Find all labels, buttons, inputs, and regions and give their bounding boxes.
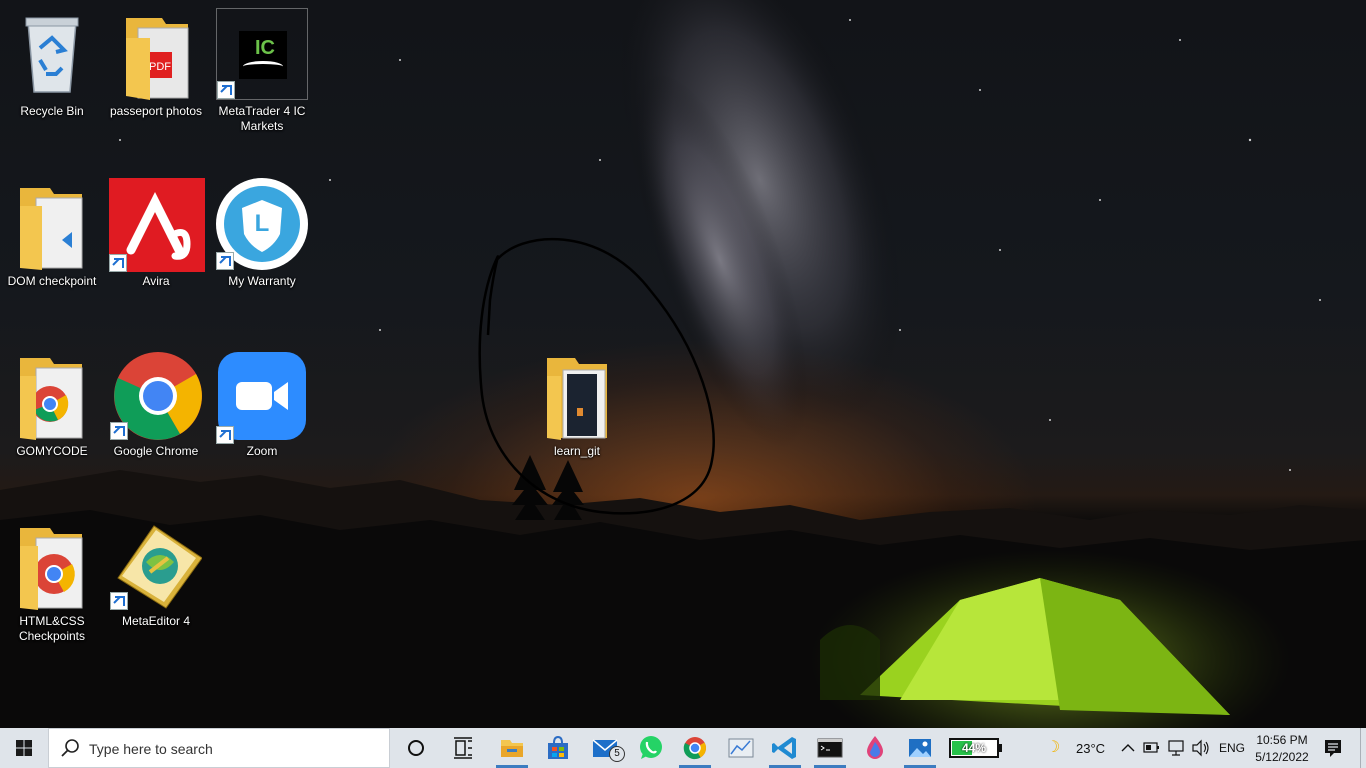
desktop-icon-dom-checkpoint[interactable]: DOM checkpoint — [0, 178, 104, 338]
action-center-button[interactable] — [1318, 728, 1348, 768]
taskbar-paint-app[interactable] — [853, 728, 897, 768]
taskbar-google-chrome[interactable] — [673, 728, 717, 768]
taskbar-clock[interactable]: 10:56 PM 5/12/2022 — [1246, 728, 1318, 768]
photos-icon — [909, 739, 931, 757]
my-warranty-icon: L — [216, 178, 308, 270]
chrome-icon — [110, 348, 202, 440]
metatrader-logo-text: IC — [255, 37, 275, 59]
shortcut-arrow-icon — [216, 252, 234, 270]
desktop-icon-label: MetaEditor 4 — [121, 614, 191, 628]
clock-date: 5/12/2022 — [1255, 750, 1309, 764]
desktop-icon-gomycode[interactable]: GOMYCODE — [0, 348, 104, 508]
battery-icon — [1143, 742, 1159, 753]
weather-temperature: 23°C — [1076, 741, 1106, 756]
file-explorer-icon — [501, 740, 523, 757]
desktop-icon-recycle-bin[interactable]: Recycle Bin — [0, 8, 104, 168]
desktop-icon-label: Zoom — [246, 444, 278, 458]
svg-text:PDF: PDF — [149, 61, 171, 73]
taskbar-photos[interactable] — [898, 728, 942, 768]
windows-logo-icon — [16, 740, 32, 756]
store-bag-icon — [548, 735, 568, 759]
taskbar-metatrader[interactable] — [719, 728, 763, 768]
start-button[interactable] — [0, 728, 48, 768]
desktop-icon-label: learn_git — [553, 444, 601, 458]
network-tray-button[interactable] — [1166, 728, 1188, 768]
task-view-button[interactable] — [441, 728, 485, 768]
desktop-icon-label: Google Chrome — [113, 444, 199, 458]
paint-drop-icon — [867, 736, 883, 759]
cortana-button[interactable] — [394, 728, 438, 768]
shortcut-arrow-icon — [217, 81, 235, 99]
clock-time: 10:56 PM — [1256, 733, 1308, 747]
cortana-circle-icon — [408, 740, 424, 756]
taskbar-vscode[interactable] — [763, 728, 807, 768]
speaker-icon — [1192, 739, 1209, 757]
recycle-bin-icon — [6, 8, 98, 100]
moon-icon: ☽ — [1046, 739, 1061, 756]
folder-icon — [6, 348, 98, 440]
shortcut-arrow-icon — [110, 592, 128, 610]
vscode-icon — [772, 737, 796, 759]
taskbar-whatsapp[interactable] — [629, 728, 673, 768]
taskbar-battery-app[interactable]: 44% — [945, 728, 1005, 768]
desktop-icon-label: HTML&CSS Checkpoints — [18, 614, 86, 643]
taskbar-mail[interactable]: 5 — [584, 728, 628, 768]
whatsapp-icon — [640, 736, 662, 759]
desktop-icon-learn-git[interactable]: learn_git — [525, 348, 629, 508]
taskbar-search-box[interactable]: Type here to search — [48, 728, 390, 768]
folder-icon — [6, 518, 98, 610]
language-indicator: ENG — [1219, 741, 1246, 755]
desktop-icon-avira[interactable]: Avira — [104, 178, 208, 338]
desktop-icon-my-warranty[interactable]: L My Warranty — [210, 178, 314, 338]
avira-icon — [109, 178, 205, 272]
desktop-icon-label: DOM checkpoint — [7, 274, 97, 288]
metatrader-chart-icon — [728, 738, 754, 758]
battery-tray-button[interactable] — [1142, 728, 1162, 768]
folder-icon — [6, 178, 98, 270]
search-placeholder: Type here to search — [89, 741, 213, 757]
zoom-icon — [216, 352, 306, 444]
mail-unread-badge: 5 — [609, 746, 625, 762]
folder-icon — [531, 348, 623, 440]
desktop-icon-html-css-checkpoints[interactable]: HTML&CSS Checkpoints — [0, 518, 104, 678]
battery-app-percent: 44% — [961, 741, 987, 755]
battery-tip — [999, 744, 1002, 752]
metaeditor-icon — [110, 518, 203, 610]
taskbar-microsoft-store[interactable] — [536, 728, 580, 768]
taskbar-file-explorer[interactable] — [490, 728, 534, 768]
input-language-button[interactable]: ENG — [1214, 728, 1246, 768]
metatrader-icon: IC — [216, 8, 308, 100]
desktop-icon-google-chrome[interactable]: Google Chrome — [104, 348, 208, 508]
show-hidden-icons-button[interactable] — [1118, 728, 1138, 768]
desktop-icon-label: MetaTrader 4 IC Markets — [218, 104, 306, 133]
warranty-logo-text: L — [254, 210, 270, 237]
volume-tray-button[interactable] — [1190, 728, 1212, 768]
chevron-up-icon — [1121, 744, 1135, 752]
taskbar: Type here to search 5 44% ☽ 23°C ENG 10:… — [0, 728, 1366, 768]
desktop-icon-passeport-photos[interactable]: PDF passeport photos — [104, 8, 208, 168]
desktop-icon-metatrader[interactable]: IC MetaTrader 4 IC Markets — [210, 8, 314, 168]
desktop-icon-label: My Warranty — [228, 274, 296, 288]
desktop-icon-label: passeport photos — [109, 104, 203, 118]
shortcut-arrow-icon — [109, 254, 127, 272]
desktop-icon-zoom[interactable]: Zoom — [210, 348, 314, 508]
desktop-icon-label: GOMYCODE — [16, 444, 88, 458]
terminal-icon — [817, 738, 843, 758]
shortcut-arrow-icon — [110, 422, 128, 440]
taskbar-weather[interactable]: ☽ 23°C — [1038, 728, 1114, 768]
desktop-icon-metaeditor[interactable]: MetaEditor 4 — [104, 518, 208, 678]
notification-icon — [1325, 740, 1341, 757]
taskbar-command-prompt[interactable] — [808, 728, 852, 768]
show-desktop-button[interactable] — [1360, 728, 1366, 768]
desktop-icon-label: Recycle Bin — [20, 104, 84, 118]
folder-icon: PDF — [110, 8, 202, 100]
shortcut-arrow-icon — [216, 426, 234, 444]
search-icon — [61, 739, 79, 757]
task-view-icon — [454, 737, 472, 759]
network-icon — [1168, 740, 1184, 756]
desktop-icon-label: Avira — [142, 274, 170, 288]
chrome-icon — [683, 737, 706, 760]
